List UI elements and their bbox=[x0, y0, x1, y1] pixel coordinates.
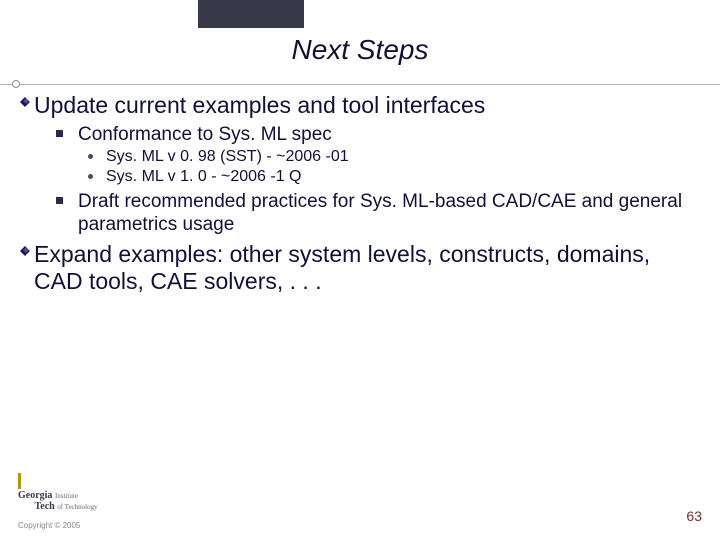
bullet-text: Sys. ML v 1. 0 - ~2006 -1 Q bbox=[106, 168, 302, 186]
bullet-text: Update current examples and tool interfa… bbox=[34, 92, 700, 119]
slide-content: Update current examples and tool interfa… bbox=[16, 88, 700, 297]
decorative-top-block bbox=[198, 0, 304, 28]
bullet-text: Draft recommended practices for Sys. ML-… bbox=[78, 190, 700, 236]
square-bullet-icon bbox=[56, 197, 78, 204]
square-bullet-icon bbox=[56, 130, 78, 137]
dot-bullet-icon bbox=[88, 154, 106, 159]
diamond-bullet-icon bbox=[16, 246, 34, 256]
horizontal-rule bbox=[0, 84, 720, 85]
bullet-level3: Sys. ML v 0. 98 (SST) - ~2006 -01 bbox=[88, 148, 700, 166]
logo-text-institute: Institute bbox=[55, 492, 78, 500]
bullet-text: Conformance to Sys. ML spec bbox=[78, 123, 332, 146]
bullet-level1: Expand examples: other system levels, co… bbox=[16, 241, 700, 295]
page-number: 63 bbox=[686, 508, 702, 524]
diamond-bullet-icon bbox=[16, 97, 34, 107]
logo-gold-bar-icon bbox=[18, 473, 21, 489]
logo-text-tech: Tech bbox=[35, 501, 55, 512]
slide-title: Next Steps bbox=[0, 34, 720, 66]
rule-anchor-circle-icon bbox=[12, 80, 20, 88]
bullet-text: Sys. ML v 0. 98 (SST) - ~2006 -01 bbox=[106, 148, 349, 166]
logo-text-oftechnology: of Technology bbox=[57, 503, 97, 511]
bullet-level2: Draft recommended practices for Sys. ML-… bbox=[56, 190, 700, 236]
bullet-level3: Sys. ML v 1. 0 - ~2006 -1 Q bbox=[88, 168, 700, 186]
logo-text-georgia: Georgia bbox=[18, 490, 52, 501]
dot-bullet-icon bbox=[88, 174, 106, 179]
copyright-text: Copyright © 2005 bbox=[18, 521, 80, 530]
bullet-level2: Conformance to Sys. ML spec bbox=[56, 123, 700, 146]
georgia-tech-logo: Georgia Institute Tech of Technology bbox=[18, 473, 98, 512]
bullet-level1: Update current examples and tool interfa… bbox=[16, 92, 700, 119]
bullet-text: Expand examples: other system levels, co… bbox=[34, 241, 700, 295]
